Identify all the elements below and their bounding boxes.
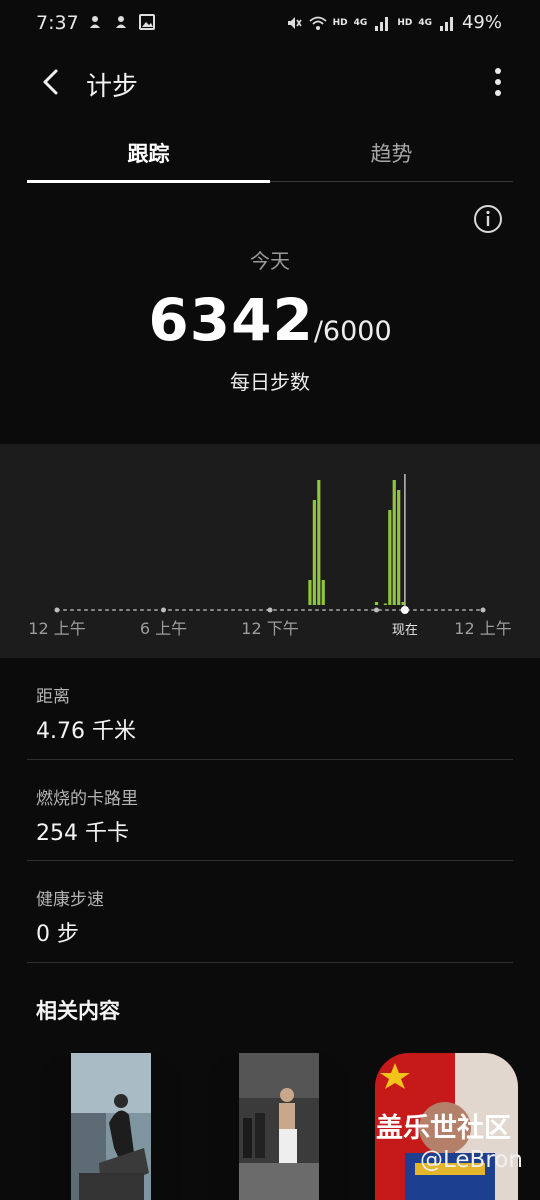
wifi-icon bbox=[309, 16, 327, 30]
chart-bar bbox=[374, 602, 379, 605]
stat-value: 254 千卡 bbox=[36, 821, 129, 846]
app-notification-icon bbox=[116, 16, 126, 28]
chart-tick-label: 12 下午 bbox=[241, 619, 298, 638]
chart-bar bbox=[383, 603, 387, 605]
related-content-title: 相关内容 bbox=[36, 999, 120, 1023]
chart-tick-dot bbox=[267, 607, 273, 613]
more-vert-icon bbox=[495, 68, 501, 74]
signal-icon bbox=[375, 16, 389, 31]
now-label: 现在 bbox=[392, 623, 418, 638]
stat-value: 4.76 千米 bbox=[36, 719, 136, 744]
hd-label: HD bbox=[397, 17, 413, 28]
chart-bar bbox=[308, 580, 312, 605]
chart-tick-label: 12 上午 bbox=[28, 619, 85, 638]
status-time: 7:37 bbox=[36, 12, 79, 34]
tab-tracking[interactable]: 跟踪 bbox=[27, 128, 270, 180]
stat-label: 健康步速 bbox=[36, 890, 104, 910]
chart-bar bbox=[317, 480, 321, 605]
chart-bar bbox=[392, 480, 396, 605]
tab-bar: 跟踪 趋势 bbox=[27, 128, 513, 184]
status-bar: 7:37 HD 4G HD 4G 49% bbox=[0, 0, 540, 48]
steps-goal: /6000 bbox=[313, 316, 392, 347]
related-video-card[interactable] bbox=[39, 1053, 182, 1200]
hd-label: HD bbox=[332, 17, 348, 28]
page-title: 计步 bbox=[86, 72, 139, 102]
chart-tick-label: 6 上午 bbox=[140, 619, 187, 638]
app-notification-icon bbox=[90, 16, 100, 28]
healthy-pace-stat: 健康步速 0 步 bbox=[36, 885, 514, 948]
video-thumbnail bbox=[39, 1053, 182, 1200]
info-button[interactable] bbox=[473, 204, 503, 234]
today-label: 今天 bbox=[250, 249, 290, 273]
chart-tick-dot bbox=[161, 607, 166, 613]
gallery-icon bbox=[139, 14, 155, 30]
chart-bar bbox=[321, 580, 325, 605]
divider bbox=[27, 860, 513, 861]
steps-summary: 6342/6000 bbox=[0, 286, 540, 354]
stat-value: 0 步 bbox=[36, 922, 79, 947]
more-options-button[interactable] bbox=[486, 62, 510, 102]
chart-bar bbox=[401, 602, 405, 605]
watermark: 盖乐世社区 bbox=[376, 1113, 511, 1144]
daily-steps-label: 每日步数 bbox=[230, 370, 310, 394]
calories-stat: 燃烧的卡路里 254 千卡 bbox=[36, 784, 514, 847]
steps-count: 6342 bbox=[148, 286, 314, 354]
video-thumbnail bbox=[207, 1053, 350, 1200]
related-video-card[interactable] bbox=[207, 1053, 350, 1200]
watermark-user: @LeBron bbox=[420, 1147, 523, 1173]
distance-stat: 距离 4.76 千米 bbox=[36, 682, 514, 745]
system-status: HD 4G HD 4G 49% bbox=[285, 12, 502, 33]
notification-icons bbox=[86, 13, 156, 31]
signal-icon bbox=[439, 16, 453, 31]
chart-tick-label: 12 上午 bbox=[454, 619, 511, 638]
app-bar: 计步 bbox=[0, 50, 540, 114]
chart-bar bbox=[388, 510, 392, 605]
chart-tick-dot bbox=[374, 607, 379, 613]
tab-trends[interactable]: 趋势 bbox=[270, 128, 513, 180]
network-label: 4G bbox=[353, 17, 368, 28]
now-marker-dot bbox=[400, 606, 409, 614]
stat-label: 距离 bbox=[36, 687, 70, 707]
back-button[interactable] bbox=[30, 62, 70, 102]
chart-bar bbox=[312, 500, 316, 605]
steps-chart-svg: 12 上午 6 上午 12 下午 现在 12 上午 bbox=[28, 474, 512, 638]
chart-bar bbox=[397, 490, 401, 605]
steps-chart[interactable]: 12 上午 6 上午 12 下午 现在 12 上午 bbox=[0, 444, 540, 658]
tab-indicator bbox=[27, 180, 270, 183]
info-icon bbox=[474, 205, 502, 233]
network-label: 4G bbox=[418, 17, 432, 28]
battery-percent: 49% bbox=[461, 12, 502, 33]
divider bbox=[27, 962, 513, 963]
divider bbox=[27, 759, 513, 760]
chevron-left-icon bbox=[43, 69, 58, 95]
mute-icon bbox=[287, 16, 302, 29]
chart-tick-dot bbox=[54, 607, 60, 613]
chart-tick-dot bbox=[480, 607, 486, 613]
stat-label: 燃烧的卡路里 bbox=[36, 789, 138, 809]
